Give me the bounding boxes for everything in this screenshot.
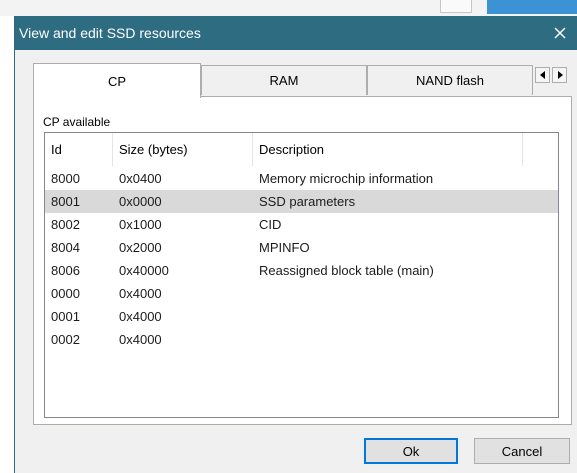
table-row[interactable]: 0002 0x4000 xyxy=(45,328,558,351)
column-header-size[interactable]: Size (bytes) xyxy=(113,133,253,166)
background-scrollbar xyxy=(440,0,472,13)
arrow-left-icon xyxy=(539,71,545,79)
table-row[interactable]: 8006 0x40000 Reassigned block table (mai… xyxy=(45,259,558,282)
cell-id: 8006 xyxy=(51,263,80,278)
cp-available-label: CP available xyxy=(43,115,111,129)
close-icon xyxy=(554,27,566,39)
table-row[interactable]: 8002 0x1000 CID xyxy=(45,213,558,236)
cp-resources-list[interactable]: Id Size (bytes) Description 8000 0x0400 … xyxy=(44,132,559,418)
tab-panel-cp: CP available Id Size (bytes) Description… xyxy=(33,96,572,425)
cell-size: 0x2000 xyxy=(119,240,162,255)
cell-size: 0x4000 xyxy=(119,309,162,324)
tab-scroll-left-button[interactable] xyxy=(535,67,550,83)
cell-description: MPINFO xyxy=(259,240,310,255)
column-header-description[interactable]: Description xyxy=(253,133,523,166)
cell-description: SSD parameters xyxy=(259,194,356,209)
title-bar[interactable]: View and edit SSD resources xyxy=(15,16,577,50)
cell-size: 0x4000 xyxy=(119,286,162,301)
column-header-id[interactable]: Id xyxy=(45,133,113,166)
table-row[interactable]: 8004 0x2000 MPINFO xyxy=(45,236,558,259)
tab-cp[interactable]: CP xyxy=(33,63,201,98)
arrow-right-icon xyxy=(557,71,563,79)
cell-description xyxy=(253,305,259,328)
table-row[interactable]: 0000 0x4000 xyxy=(45,282,558,305)
cell-id: 8001 xyxy=(51,194,80,209)
cell-size: 0x0000 xyxy=(119,194,162,209)
tab-scroll-controls xyxy=(535,67,569,83)
cell-id: 0000 xyxy=(51,286,80,301)
window-title: View and edit SSD resources xyxy=(19,25,201,41)
table-row-selected[interactable]: 8001 0x0000 SSD parameters xyxy=(45,190,558,213)
ssd-resources-dialog: View and edit SSD resources CP RAM NAND … xyxy=(14,16,577,473)
close-button[interactable] xyxy=(547,20,573,46)
cell-id: 0001 xyxy=(51,309,80,324)
cell-id: 8002 xyxy=(51,217,80,232)
tab-nand-flash[interactable]: NAND flash xyxy=(367,65,533,95)
cell-size: 0x0400 xyxy=(119,171,162,186)
ok-button[interactable]: Ok xyxy=(364,438,458,464)
list-header: Id Size (bytes) Description xyxy=(45,133,558,166)
column-header-filler xyxy=(523,133,558,166)
cell-size: 0x40000 xyxy=(119,263,169,278)
tab-ram[interactable]: RAM xyxy=(201,65,367,95)
cell-description xyxy=(253,328,259,351)
cell-size: 0x1000 xyxy=(119,217,162,232)
tab-scroll-right-button[interactable] xyxy=(552,67,567,83)
table-row[interactable]: 0001 0x4000 xyxy=(45,305,558,328)
tab-strip: CP RAM NAND flash xyxy=(33,63,543,98)
cell-id: 0002 xyxy=(51,332,80,347)
cell-id: 8004 xyxy=(51,240,80,255)
table-row[interactable]: 8000 0x0400 Memory microchip information xyxy=(45,167,558,190)
cell-description xyxy=(253,282,259,305)
cell-description: CID xyxy=(259,217,282,232)
cancel-button[interactable]: Cancel xyxy=(474,438,570,464)
cell-id: 8000 xyxy=(51,171,80,186)
cell-size: 0x4000 xyxy=(119,332,162,347)
cell-description: Reassigned block table (main) xyxy=(259,263,434,278)
cell-description: Memory microchip information xyxy=(259,171,434,186)
background-accent xyxy=(487,0,577,14)
background-window-strip xyxy=(0,0,577,16)
